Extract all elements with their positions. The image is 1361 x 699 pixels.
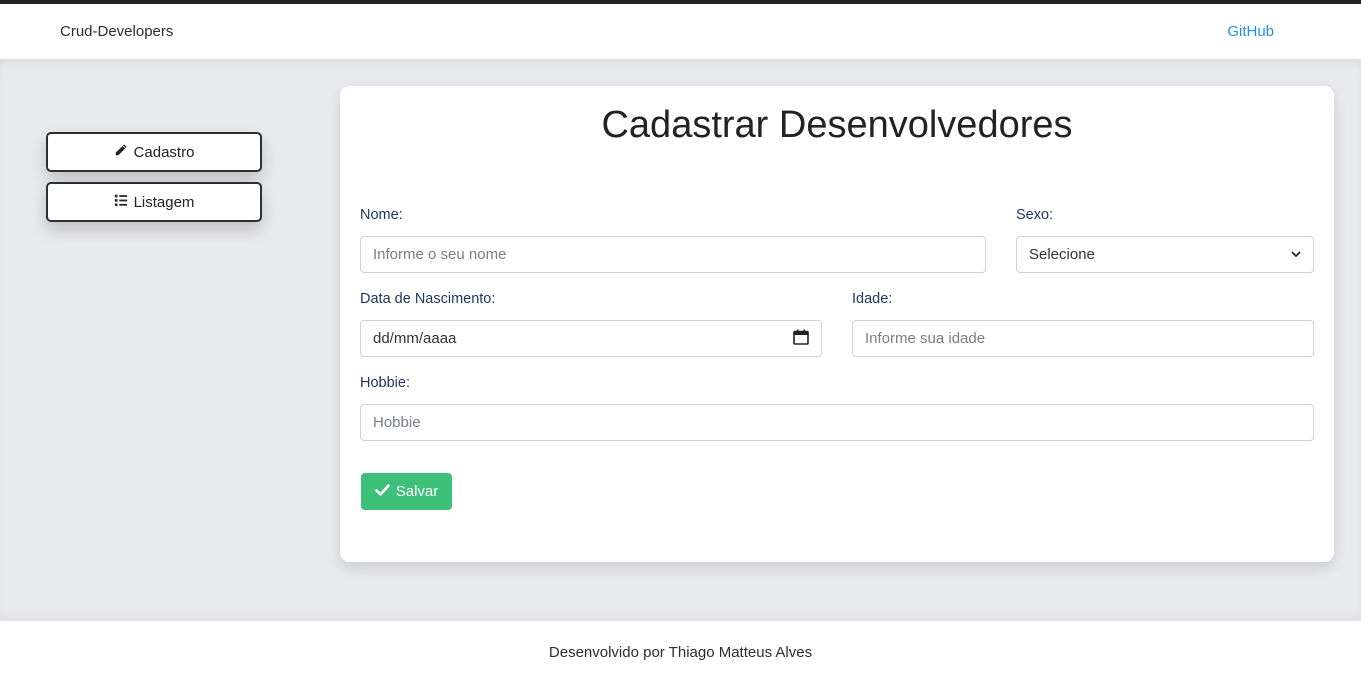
hobbie-label: Hobbie: bbox=[360, 375, 410, 391]
chevron-down-icon bbox=[1291, 246, 1301, 263]
sidebar-item-label: Cadastro bbox=[133, 143, 195, 161]
data-nascimento-placeholder: dd/mm/aaaa bbox=[373, 330, 457, 347]
github-link[interactable]: GitHub bbox=[1227, 23, 1274, 40]
hobbie-input[interactable] bbox=[360, 404, 1314, 441]
data-nascimento-label: Data de Nascimento: bbox=[360, 291, 496, 307]
save-button-label: Salvar bbox=[395, 483, 439, 500]
footer: Desenvolvido por Thiago Matteus Alves bbox=[0, 621, 1361, 699]
sexo-select[interactable]: Selecione bbox=[1016, 236, 1314, 273]
nome-label: Nome: bbox=[360, 207, 403, 223]
brand-link[interactable]: Crud-Developers bbox=[60, 23, 173, 40]
pencil-icon bbox=[114, 143, 128, 161]
idade-input[interactable] bbox=[852, 320, 1314, 357]
page-title: Cadastrar Desenvolvedores bbox=[601, 104, 1073, 146]
nome-input[interactable] bbox=[360, 236, 986, 273]
idade-label: Idade: bbox=[852, 291, 893, 307]
sidebar-item-label: Listagem bbox=[133, 193, 195, 211]
save-button[interactable]: Salvar bbox=[361, 473, 452, 510]
sidebar-item-listagem[interactable]: Listagem bbox=[46, 182, 262, 222]
data-nascimento-input[interactable]: dd/mm/aaaa bbox=[360, 320, 822, 357]
sexo-selected-value: Selecione bbox=[1029, 246, 1095, 263]
calendar-icon[interactable] bbox=[793, 329, 809, 349]
main-area: Cadastro Listagem Cadastrar Desenvolvedo… bbox=[0, 59, 1361, 621]
footer-text: Desenvolvido por Thiago Matteus Alves bbox=[548, 644, 813, 661]
form-card: Cadastrar Desenvolvedores Nome: Sexo: Se… bbox=[340, 86, 1334, 562]
sexo-label: Sexo: bbox=[1016, 207, 1054, 223]
list-icon bbox=[114, 193, 128, 211]
check-icon bbox=[374, 483, 390, 500]
sidebar-item-cadastro[interactable]: Cadastro bbox=[46, 132, 262, 172]
navbar: Crud-Developers GitHub bbox=[0, 4, 1361, 59]
